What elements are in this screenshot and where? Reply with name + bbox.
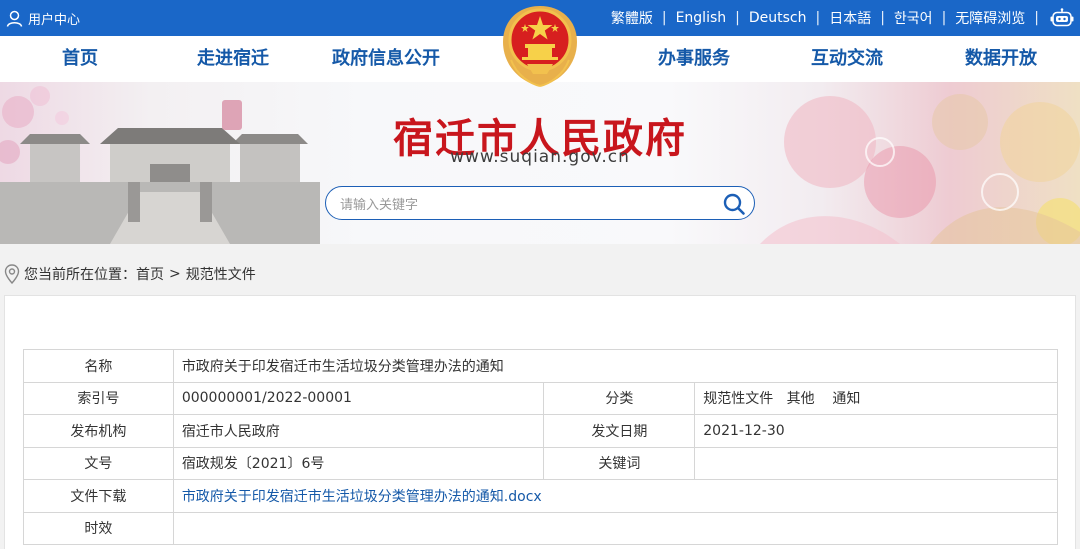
name-label: 名称 <box>23 349 174 383</box>
issuer-value: 宿迁市人民政府 <box>172 414 545 448</box>
lang-english[interactable]: English <box>676 10 727 26</box>
separator: | <box>1034 10 1039 26</box>
nav-item-home[interactable]: 首页 <box>20 36 140 82</box>
nav-item-open-data[interactable]: 数据开放 <box>941 36 1061 82</box>
user-center-link[interactable]: 用户中心 <box>6 0 80 36</box>
breadcrumb-normative-docs[interactable]: 规范性文件 <box>186 264 256 284</box>
user-icon <box>6 10 23 27</box>
lang-german[interactable]: Deutsch <box>749 10 807 26</box>
breadcrumb: 您当前所在位置： 首页 > 规范性文件 <box>4 262 256 286</box>
search-input[interactable] <box>340 194 710 214</box>
separator: | <box>880 10 885 26</box>
index-label: 索引号 <box>23 381 174 415</box>
table-row: 名称 市政府关于印发宿迁市生活垃圾分类管理办法的通知 <box>23 349 1059 383</box>
date-label: 发文日期 <box>543 414 696 448</box>
lang-korean[interactable]: 한국어 <box>894 8 933 28</box>
nav-item-government-info[interactable]: 政府信息公开 <box>316 36 456 82</box>
separator: | <box>661 10 667 26</box>
breadcrumb-separator: > <box>169 266 181 282</box>
keywords-value <box>694 446 1058 480</box>
site-domain: www.suqian.gov.cn <box>450 147 630 167</box>
accessibility-link[interactable]: 无障碍浏览 <box>955 8 1025 28</box>
table-row: 发布机构 宿迁市人民政府 发文日期 2021-12-30 <box>23 414 1058 448</box>
nav-item-about-suqian[interactable]: 走进宿迁 <box>173 36 293 82</box>
docno-label: 文号 <box>23 446 174 480</box>
nav-item-services[interactable]: 办事服务 <box>634 36 754 82</box>
lang-japanese[interactable]: 日本語 <box>829 8 871 28</box>
national-emblem <box>503 6 577 87</box>
table-row: 时效 <box>23 511 1059 545</box>
category-value: 规范性文件 其他 通知 <box>694 381 1058 415</box>
user-center-label: 用户中心 <box>28 12 81 28</box>
download-link[interactable]: 市政府关于印发宿迁市生活垃圾分类管理办法的通知.docx <box>182 489 542 505</box>
nav-item-interaction[interactable]: 互动交流 <box>787 36 907 82</box>
table-row: 文件下载 市政府关于印发宿迁市生活垃圾分类管理办法的通知.docx <box>23 479 1059 513</box>
document-info-table: 名称 市政府关于印发宿迁市生活垃圾分类管理办法的通知 索引号 000000001… <box>23 349 1059 545</box>
separator: | <box>941 10 947 26</box>
name-value: 市政府关于印发宿迁市生活垃圾分类管理办法的通知 <box>172 349 1059 383</box>
download-cell: 市政府关于印发宿迁市生活垃圾分类管理办法的通知.docx <box>172 479 1059 513</box>
issuer-label: 发布机构 <box>23 414 174 448</box>
search-icon[interactable] <box>722 192 746 216</box>
content-panel: 名称 市政府关于印发宿迁市生活垃圾分类管理办法的通知 索引号 000000001… <box>4 295 1076 549</box>
location-pin-icon <box>4 264 20 284</box>
robot-icon[interactable] <box>1050 8 1074 28</box>
header-banner: 宿迁市人民政府 www.suqian.gov.cn <box>0 82 1080 244</box>
table-row: 索引号 000000001/2022-00001 分类 规范性文件 其他 通知 <box>23 381 1058 415</box>
language-switcher: 繁體版 | English | Deutsch | 日本語 | 한국어 | 无障… <box>611 0 1074 36</box>
table-row: 文号 宿政规发〔2021〕6号 关键词 <box>23 446 1058 480</box>
separator: | <box>815 10 821 26</box>
index-value: 000000001/2022-00001 <box>172 381 545 415</box>
breadcrumb-home[interactable]: 首页 <box>136 264 164 284</box>
date-value: 2021-12-30 <box>694 414 1058 448</box>
category-label: 分类 <box>543 381 696 415</box>
validity-value <box>172 511 1059 545</box>
keywords-label: 关键词 <box>543 446 696 480</box>
breadcrumb-prefix: 您当前所在位置： <box>24 267 136 283</box>
validity-label: 时效 <box>23 511 174 545</box>
separator: | <box>735 10 740 26</box>
lang-traditional-chinese[interactable]: 繁體版 <box>611 8 653 28</box>
search-box <box>325 186 755 220</box>
docno-value: 宿政规发〔2021〕6号 <box>172 446 545 480</box>
download-label: 文件下载 <box>23 479 174 513</box>
